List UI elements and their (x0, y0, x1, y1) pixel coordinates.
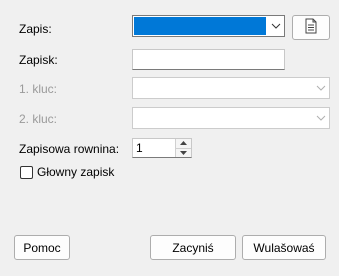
main-entry-label[interactable]: Głowny zapisk (37, 164, 114, 180)
key1-combobox[interactable] (132, 77, 330, 99)
key2-combobox[interactable] (132, 107, 330, 129)
main-entry-checkbox[interactable] (20, 166, 33, 179)
chevron-down-icon[interactable] (267, 16, 284, 36)
level-spinner[interactable]: 1 (132, 138, 192, 158)
record-browse-button[interactable] (292, 15, 330, 40)
spin-up-icon[interactable] (176, 139, 191, 148)
level-label: Zapisowa rownina: (19, 142, 120, 156)
close-button[interactable]: Zacyniś (150, 235, 236, 260)
chevron-down-icon[interactable] (312, 78, 329, 98)
properties-button[interactable]: Wulašowaś (242, 235, 326, 260)
chevron-down-icon[interactable] (312, 108, 329, 128)
record-label: Zapis: (19, 22, 52, 36)
key1-label: 1. kluc: (19, 82, 58, 96)
document-list-icon (304, 18, 318, 37)
key2-label: 2. kluc: (19, 112, 58, 126)
help-button[interactable]: Pomoc (14, 235, 70, 260)
level-value[interactable]: 1 (136, 141, 143, 155)
record-combobox-selection (133, 16, 267, 36)
entry-input[interactable] (132, 49, 285, 70)
record-combobox[interactable] (132, 15, 285, 37)
spin-down-icon[interactable] (176, 147, 191, 157)
entry-label: Zapisk: (19, 53, 58, 67)
